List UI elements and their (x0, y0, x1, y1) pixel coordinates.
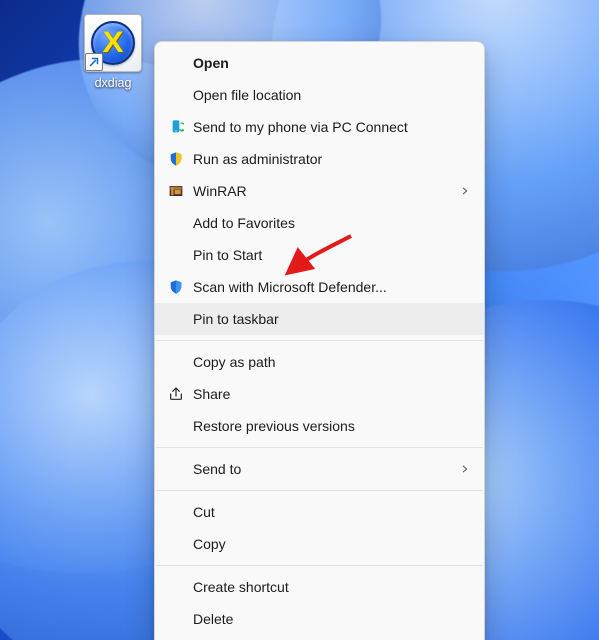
menu-item-add-fav[interactable]: Add to Favorites (155, 207, 484, 239)
menu-separator (156, 340, 483, 341)
menu-item-label: Send to my phone via PC Connect (193, 119, 470, 135)
menu-item-label: Copy (193, 536, 470, 552)
menu-item-label: Share (193, 386, 470, 402)
chevron-right-icon (460, 461, 470, 477)
menu-item-pc-connect[interactable]: Send to my phone via PC Connect (155, 111, 484, 143)
menu-item-open-location[interactable]: Open file location (155, 79, 484, 111)
menu-item-open[interactable]: Open (155, 47, 484, 79)
menu-item-shortcut[interactable]: Create shortcut (155, 571, 484, 603)
menu-item-label: Pin to Start (193, 247, 470, 263)
menu-item-label: WinRAR (193, 183, 460, 199)
menu-separator (156, 447, 483, 448)
winrar-icon (165, 183, 187, 199)
menu-item-label: Copy as path (193, 354, 470, 370)
menu-item-pin-start[interactable]: Pin to Start (155, 239, 484, 271)
phone-sync-icon (165, 119, 187, 135)
menu-item-copy-path[interactable]: Copy as path (155, 346, 484, 378)
menu-item-label: Open file location (193, 87, 470, 103)
menu-item-label: Send to (193, 461, 460, 477)
menu-item-label: Scan with Microsoft Defender... (193, 279, 470, 295)
menu-item-pin-taskbar[interactable]: Pin to taskbar (155, 303, 484, 335)
chevron-right-icon (460, 183, 470, 199)
menu-item-label: Delete (193, 611, 470, 627)
menu-item-send-to[interactable]: Send to (155, 453, 484, 485)
menu-item-run-admin[interactable]: Run as administrator (155, 143, 484, 175)
menu-item-copy[interactable]: Copy (155, 528, 484, 560)
menu-separator (156, 490, 483, 491)
menu-item-restore[interactable]: Restore previous versions (155, 410, 484, 442)
menu-item-label: Add to Favorites (193, 215, 470, 231)
desktop[interactable]: X dxdiag Open Open file location Send to m… (0, 0, 599, 640)
shield-admin-icon (165, 151, 187, 167)
desktop-icon-label: dxdiag (74, 76, 152, 90)
menu-item-label: Pin to taskbar (193, 311, 470, 327)
menu-item-label: Cut (193, 504, 470, 520)
menu-item-winrar[interactable]: WinRAR (155, 175, 484, 207)
menu-item-label: Run as administrator (193, 151, 470, 167)
menu-item-defender[interactable]: Scan with Microsoft Defender... (155, 271, 484, 303)
context-menu: Open Open file location Send to my phone v… (154, 41, 485, 640)
desktop-icon-dxdiag[interactable]: X dxdiag (74, 14, 152, 90)
menu-item-label: Restore previous versions (193, 418, 470, 434)
menu-separator (156, 565, 483, 566)
shortcut-overlay-icon (85, 53, 103, 71)
menu-item-label: Create shortcut (193, 579, 470, 595)
dxdiag-icon: X (84, 14, 142, 72)
share-icon (165, 386, 187, 402)
menu-item-share[interactable]: Share (155, 378, 484, 410)
menu-item-rename[interactable]: Rename (155, 635, 484, 640)
menu-item-cut[interactable]: Cut (155, 496, 484, 528)
menu-item-delete[interactable]: Delete (155, 603, 484, 635)
menu-item-label: Open (193, 55, 470, 71)
shield-defender-icon (165, 279, 187, 295)
